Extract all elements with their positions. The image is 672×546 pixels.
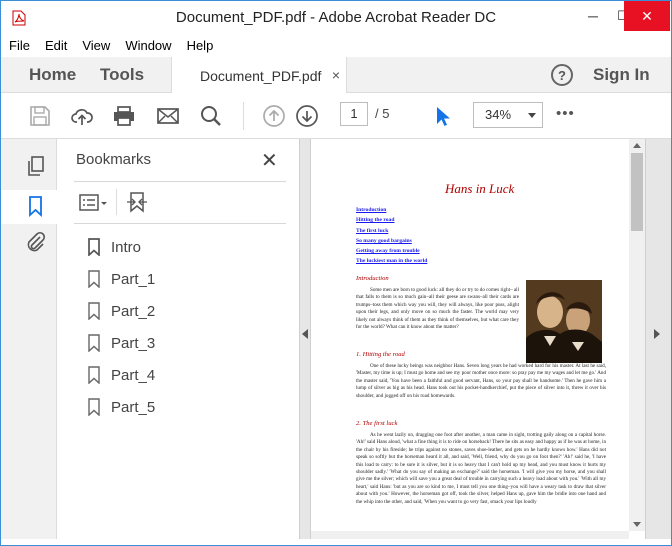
section-heading: 2. The first luck <box>356 420 398 427</box>
grimm-brothers-portrait <box>526 280 602 363</box>
zoom-select[interactable]: 34% <box>473 102 543 128</box>
bookmark-label: Part_2 <box>111 302 156 320</box>
section-text: One of these lucky beings was neighbor H… <box>356 363 606 399</box>
menu-bar: File Edit View Window Help <box>1 35 671 57</box>
email-icon[interactable] <box>156 104 180 128</box>
bookmark-label: Part_5 <box>111 398 156 416</box>
attachment-icon[interactable] <box>25 231 47 253</box>
collapse-left-icon[interactable] <box>302 329 308 339</box>
bookmark-label: Intro <box>111 238 142 256</box>
sign-in-button[interactable]: Sign In <box>593 65 650 85</box>
bookmark-icon <box>88 302 100 320</box>
bookmark-icon <box>88 334 100 352</box>
menu-window[interactable]: Window <box>117 35 178 57</box>
bookmark-item-part-2[interactable]: Part_2 <box>87 300 155 322</box>
more-tools-icon[interactable]: ••• <box>556 105 575 122</box>
tab-bar: Home Tools Document_PDF.pdf × ? Sign In <box>1 57 671 94</box>
bookmarks-title: Bookmarks <box>76 151 152 168</box>
vertical-scrollbar[interactable] <box>629 139 645 531</box>
page-count: / 5 <box>375 106 390 121</box>
section-text: Some men are born to good luck: all they… <box>356 287 519 331</box>
toolbar: ••• <box>1 93 671 139</box>
right-pane-rail[interactable] <box>645 139 671 539</box>
panel-toolbar-divider <box>116 189 117 215</box>
document-tab-label: Document_PDF.pdf <box>200 67 322 84</box>
bookmark-icon <box>88 238 100 256</box>
bookmark-icon <box>88 270 100 288</box>
toc-link[interactable]: Getting away from trouble <box>356 246 427 256</box>
bookmark-options-icon[interactable] <box>79 193 109 213</box>
scroll-down-icon[interactable] <box>633 522 641 527</box>
expand-bookmark-icon[interactable] <box>124 191 150 215</box>
app-window: Document_PDF.pdf - Adobe Acrobat Reader … <box>0 0 672 546</box>
section-text: As he went lazily on, dragging one foot … <box>356 432 606 505</box>
toc-link[interactable]: The first luck <box>356 226 427 236</box>
bookmark-icon <box>88 366 100 384</box>
toc-link[interactable]: So many good bargains <box>356 236 427 246</box>
left-pane-splitter[interactable] <box>299 139 311 539</box>
document-title: Hans in Luck <box>445 181 515 196</box>
panel-divider <box>74 223 286 224</box>
navigation-pane-rail <box>1 139 57 539</box>
select-cursor-icon[interactable] <box>431 104 455 128</box>
help-icon[interactable]: ? <box>551 64 573 86</box>
bookmark-item-part-1[interactable]: Part_1 <box>87 268 155 290</box>
table-of-contents: Introduction Hitting the road The first … <box>356 205 427 267</box>
bookmarks-panel: Bookmarks ✕ Intro Part_1 Part_2 Part_3 P… <box>57 139 299 539</box>
toc-link[interactable]: Hitting the road <box>356 215 427 225</box>
window-title: Document_PDF.pdf - Adobe Acrobat Reader … <box>175 9 497 26</box>
close-tab-icon[interactable]: × <box>332 67 340 83</box>
menu-help[interactable]: Help <box>179 35 221 57</box>
panel-divider <box>74 181 286 182</box>
tab-document[interactable]: Document_PDF.pdf × <box>171 57 347 94</box>
previous-page-icon[interactable] <box>262 104 286 128</box>
scroll-up-icon[interactable] <box>633 143 641 148</box>
toc-link[interactable]: Introduction <box>356 205 427 215</box>
bookmark-item-intro[interactable]: Intro <box>87 236 141 258</box>
page-thumbnails-icon[interactable] <box>25 155 47 177</box>
bookmark-icon <box>88 398 100 416</box>
document-view[interactable]: Hans in Luck Introduction Hitting the ro… <box>311 139 629 539</box>
print-icon[interactable] <box>112 104 136 128</box>
toolbar-divider <box>243 102 244 130</box>
scrollbar-thumb[interactable] <box>631 153 643 231</box>
tab-home[interactable]: Home <box>29 57 76 93</box>
bookmark-item-part-5[interactable]: Part_5 <box>87 396 155 418</box>
bookmark-item-part-4[interactable]: Part_4 <box>87 364 155 386</box>
zoom-value: 34% <box>485 107 512 122</box>
next-page-icon[interactable] <box>295 104 319 128</box>
horizontal-scroll-area <box>311 531 629 539</box>
save-icon[interactable] <box>28 104 52 128</box>
menu-edit[interactable]: Edit <box>37 35 74 57</box>
tab-tools[interactable]: Tools <box>100 57 144 93</box>
minimize-button[interactable]: ─ <box>577 1 609 31</box>
close-panel-icon[interactable]: ✕ <box>261 148 278 173</box>
section-heading: 1. Hitting the road <box>356 351 405 358</box>
close-window-button[interactable]: ✕ <box>624 1 670 31</box>
toc-link[interactable]: The luckiest man in the world <box>356 256 427 266</box>
page-number-input[interactable]: 1 <box>340 102 368 126</box>
cloud-upload-icon[interactable] <box>70 104 94 128</box>
bookmark-label: Part_4 <box>111 366 156 384</box>
chevron-down-icon <box>528 113 536 118</box>
section-heading: Introduction <box>356 275 389 282</box>
menu-view[interactable]: View <box>74 35 117 57</box>
expand-right-pane-icon[interactable] <box>654 329 660 339</box>
menu-file[interactable]: File <box>1 35 37 57</box>
title-bar: Document_PDF.pdf - Adobe Acrobat Reader … <box>1 1 671 35</box>
bookmark-label: Part_3 <box>111 334 156 352</box>
bookmark-label: Part_1 <box>111 270 156 288</box>
search-icon[interactable] <box>199 104 223 128</box>
bookmark-icon[interactable] <box>25 195 47 217</box>
bookmark-item-part-3[interactable]: Part_3 <box>87 332 155 354</box>
